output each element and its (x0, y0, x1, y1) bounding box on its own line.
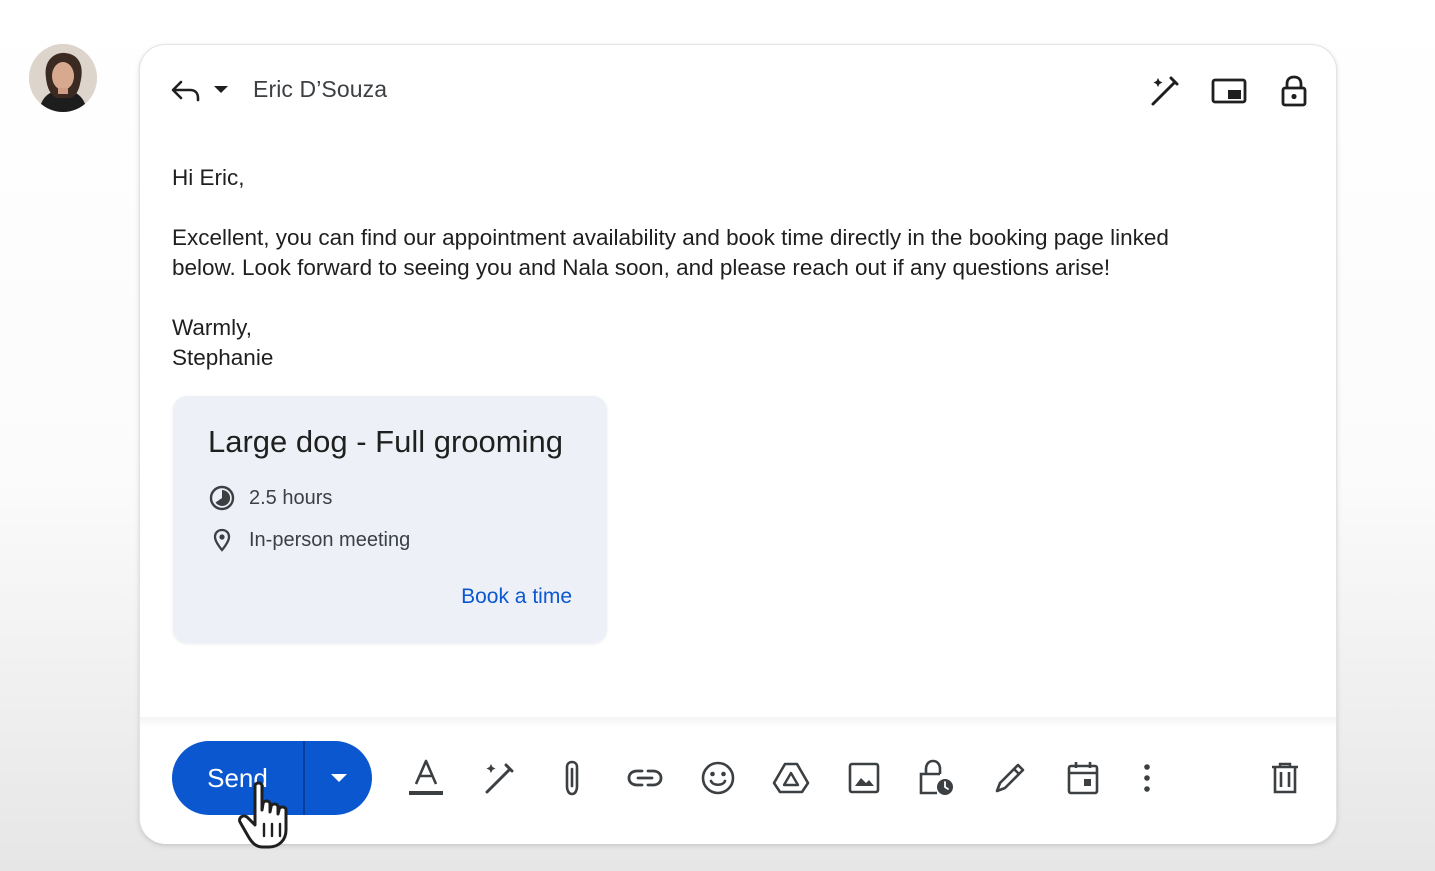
dropdown-arrow-icon[interactable] (210, 79, 232, 101)
chevron-down-icon (330, 774, 347, 782)
picture-in-picture-icon[interactable] (1208, 71, 1250, 111)
magic-pen-icon[interactable] (1144, 71, 1184, 111)
location-row: In-person meeting (209, 527, 410, 553)
link-icon[interactable] (624, 757, 666, 799)
more-options-icon[interactable] (1126, 757, 1168, 799)
schedule-event-icon[interactable] (1062, 757, 1104, 799)
location-text: In-person meeting (249, 528, 411, 551)
image-icon[interactable] (843, 757, 885, 799)
drive-icon[interactable] (770, 757, 812, 799)
compose-header: Eric D’Souza (140, 45, 1336, 137)
compose-window: Eric D’Souza Hi Eric, Excellent, you can… (139, 44, 1337, 844)
signature-line: Stephanie (172, 345, 274, 370)
clock-icon (209, 485, 235, 511)
send-button[interactable]: Send (172, 741, 303, 815)
greeting-line: Hi Eric, (172, 165, 245, 190)
lock-icon[interactable] (1274, 71, 1314, 111)
emoji-icon[interactable] (697, 757, 739, 799)
reply-icon[interactable] (168, 73, 204, 109)
delete-icon[interactable] (1264, 757, 1306, 799)
book-a-time-link[interactable]: Book a time (461, 585, 572, 609)
signoff-line: Warmly, (172, 315, 252, 340)
send-options-dropdown[interactable] (305, 741, 372, 815)
booking-title: Large dog - Full grooming (208, 424, 563, 459)
attach-icon[interactable] (551, 757, 593, 799)
send-button-group: Send (172, 741, 372, 815)
confidential-mode-icon[interactable] (916, 757, 958, 799)
booking-card[interactable]: Large dog - Full grooming 2.5 hours In-p… (173, 396, 607, 643)
signature-icon[interactable] (989, 757, 1031, 799)
format-text-icon[interactable] (405, 757, 447, 799)
message-body[interactable]: Hi Eric, Excellent, you can find our app… (172, 163, 1292, 373)
sender-avatar (29, 44, 97, 112)
body-paragraph-line-1: Excellent, you can find our appointment … (172, 225, 1169, 250)
compose-toolbar: Send (140, 717, 1336, 844)
recipient-name[interactable]: Eric D’Souza (253, 76, 387, 103)
avatar-photo (29, 44, 97, 112)
location-pin-icon (209, 527, 235, 553)
help-me-write-icon[interactable] (478, 757, 520, 799)
body-paragraph-line-2: below. Look forward to seeing you and Na… (172, 255, 1111, 280)
duration-text: 2.5 hours (249, 486, 333, 509)
duration-row: 2.5 hours (209, 485, 332, 511)
